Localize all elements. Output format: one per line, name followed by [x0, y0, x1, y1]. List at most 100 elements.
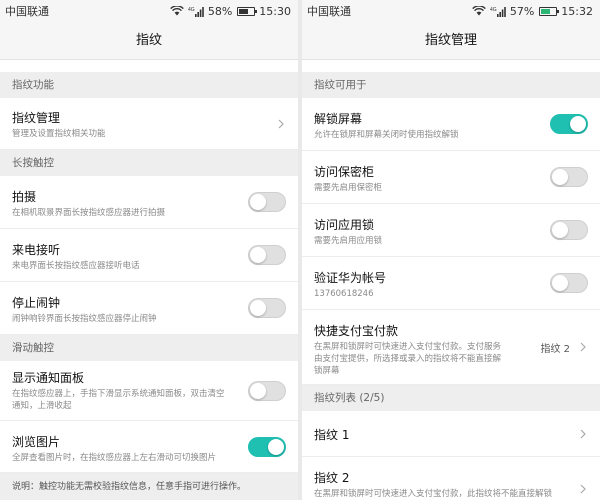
toggle-knob [552, 275, 568, 291]
row-label: 浏览图片 [12, 435, 61, 449]
toggle-knob [552, 222, 568, 238]
answer-call-toggle[interactable] [248, 245, 286, 265]
battery-fill [239, 8, 249, 14]
battery-icon [539, 6, 560, 16]
safe-box-toggle[interactable] [550, 167, 588, 187]
capture-toggle[interactable] [248, 192, 286, 212]
row-label: 访问保密柜 [314, 165, 375, 179]
page-title: 指纹管理 [302, 22, 600, 60]
row-label: 指纹 2 [314, 471, 350, 485]
battery-icon [237, 6, 258, 16]
stop-alarm-toggle[interactable] [248, 298, 286, 318]
row-text: 指纹 1 [314, 426, 588, 443]
row-subtitle: 闹钟响铃界面长按指纹感应器停止闹钟 [12, 314, 157, 324]
row-text: 指纹 2 在黑屏和锁屏时可快速进入支付宝付款，此指纹将不能直接解锁屏幕 [314, 469, 588, 500]
row-label: 显示通知面板 [12, 371, 85, 385]
toggle-knob [250, 300, 266, 316]
battery-percent: 57% [509, 4, 535, 18]
battery-percent: 58% [207, 4, 233, 18]
status-bar: 中国联通 4G 58% 15:30 [0, 0, 298, 22]
section-header-swipe: 滑动触控 [0, 335, 298, 361]
section-header-fingerprint-features: 指纹功能 [0, 72, 298, 98]
row-text: 指纹管理 管理及设置指纹相关功能 [12, 109, 286, 140]
row-capture[interactable]: 拍摄 在相机取景界面长按指纹感应器进行拍摄 [0, 176, 298, 229]
carrier-label: 中国联通 [5, 5, 49, 18]
row-subtitle: 需要先启用应用锁 [314, 236, 383, 246]
wifi-icon [472, 6, 486, 16]
row-app-lock[interactable]: 访问应用锁 需要先启用应用锁 [302, 204, 600, 257]
battery-fill [541, 8, 551, 14]
huawei-account-toggle[interactable] [550, 273, 588, 293]
chevron-right-icon [580, 429, 586, 438]
row-text: 来电接听 来电界面长按指纹感应器接听电话 [12, 241, 286, 272]
row-text: 访问保密柜 需要先启用保密柜 [314, 163, 588, 194]
status-bar: 中国联通 4G 57% 15:32 [302, 0, 600, 22]
page-title: 指纹 [0, 22, 298, 60]
row-browse-images[interactable]: 浏览图片 全屏查看图片时，在指纹感应器上左右滑动可切换图片 [0, 421, 298, 473]
row-label: 快捷支付宝付款 [314, 324, 399, 338]
row-subtitle: 在黑屏和锁屏时可快速进入支付宝付款。支付服务由支付宝提供，所选择或录入的指纹将不… [314, 342, 502, 376]
chevron-right-icon [278, 119, 284, 128]
row-label: 停止闹钟 [12, 296, 61, 310]
row-text: 浏览图片 全屏查看图片时，在指纹感应器上左右滑动可切换图片 [12, 433, 286, 464]
chevron-right-icon [580, 484, 586, 493]
row-text: 验证华为帐号 13760618246 [314, 269, 588, 300]
row-label: 拍摄 [12, 190, 37, 204]
row-unlock-screen[interactable]: 解锁屏幕 允许在锁屏和屏幕关闭时使用指纹解锁 [302, 98, 600, 151]
toggle-knob [250, 194, 266, 210]
row-subtitle: 管理及设置指纹相关功能 [12, 129, 106, 139]
browse-images-toggle[interactable] [248, 436, 286, 457]
notification-panel-toggle[interactable] [248, 380, 286, 401]
toggle-knob [268, 438, 284, 455]
row-text: 访问应用锁 需要先启用应用锁 [314, 216, 588, 247]
row-subtitle: 在黑屏和锁屏时可快速进入支付宝付款，此指纹将不能直接解锁屏幕 [314, 489, 553, 499]
row-subtitle: 在指纹感应器上，手指下滑显示系统通知面板，双击清空通知，上滑收起 [12, 389, 225, 411]
status-icons: 4G 58% 15:30 [170, 5, 291, 18]
clock: 15:32 [561, 4, 593, 18]
row-answer-call[interactable]: 来电接听 来电界面长按指纹感应器接听电话 [0, 229, 298, 282]
row-safe-box[interactable]: 访问保密柜 需要先启用保密柜 [302, 151, 600, 204]
row-alipay[interactable]: 快捷支付宝付款 在黑屏和锁屏时可快速进入支付宝付款。支付服务由支付宝提供，所选择… [302, 310, 600, 385]
row-huawei-account[interactable]: 验证华为帐号 13760618246 [302, 257, 600, 310]
network-type: 4G [188, 7, 195, 13]
section-header-fingerprint-list: 指纹列表 (2/5) [302, 385, 600, 411]
row-stop-alarm[interactable]: 停止闹钟 闹钟响铃界面长按指纹感应器停止闹钟 [0, 282, 298, 335]
row-fingerprint-manage[interactable]: 指纹管理 管理及设置指纹相关功能 [0, 98, 298, 150]
row-label: 来电接听 [12, 243, 61, 257]
screen-fingerprint-manage: 中国联通 4G 57% 15:32 指纹管理 指纹可用于 解锁屏幕 允许在锁屏和… [302, 0, 600, 500]
toggle-knob [552, 169, 568, 185]
row-label: 解锁屏幕 [314, 112, 363, 126]
wifi-icon [170, 6, 184, 16]
row-text: 拍摄 在相机取景界面长按指纹感应器进行拍摄 [12, 188, 286, 219]
row-text: 显示通知面板 在指纹感应器上，手指下滑显示系统通知面板，双击清空通知，上滑收起 [12, 369, 286, 412]
row-label: 访问应用锁 [314, 218, 375, 232]
footnote: 说明：触控功能无需校验指纹信息，任意手指可进行操作。 [0, 473, 298, 500]
row-label: 指纹管理 [12, 111, 61, 125]
row-subtitle: 来电界面长按指纹感应器接听电话 [12, 261, 140, 271]
screen-fingerprint: 中国联通 4G 58% 15:30 指纹 指纹功能 指纹管理 管理及设置指纹相关… [0, 0, 298, 500]
row-fingerprint-2[interactable]: 指纹 2 在黑屏和锁屏时可快速进入支付宝付款，此指纹将不能直接解锁屏幕 [302, 457, 600, 500]
row-notification-panel[interactable]: 显示通知面板 在指纹感应器上，手指下滑显示系统通知面板，双击清空通知，上滑收起 [0, 361, 298, 421]
row-subtitle: 在相机取景界面长按指纹感应器进行拍摄 [12, 208, 166, 218]
app-lock-toggle[interactable] [550, 220, 588, 240]
unlock-screen-toggle[interactable] [550, 114, 588, 134]
row-subtitle: 全屏查看图片时，在指纹感应器上左右滑动可切换图片 [12, 453, 217, 463]
alipay-fingerprint-value: 指纹 2 [540, 344, 570, 355]
section-header-long-press: 长按触控 [0, 150, 298, 176]
row-label: 验证华为帐号 [314, 271, 387, 285]
toggle-knob [570, 116, 586, 132]
status-icons: 4G 57% 15:32 [472, 5, 593, 18]
row-subtitle: 需要先启用保密柜 [314, 183, 383, 193]
row-text: 解锁屏幕 允许在锁屏和屏幕关闭时使用指纹解锁 [314, 110, 588, 141]
row-subtitle: 13760618246 [314, 289, 374, 299]
chevron-right-icon [580, 342, 586, 352]
toggle-knob [250, 247, 266, 263]
row-fingerprint-1[interactable]: 指纹 1 [302, 411, 600, 457]
clock: 15:30 [259, 4, 291, 18]
toggle-knob [250, 382, 266, 399]
row-text: 停止闹钟 闹钟响铃界面长按指纹感应器停止闹钟 [12, 294, 286, 325]
signal-icon: 4G [490, 6, 506, 17]
carrier-label: 中国联通 [307, 5, 351, 18]
row-subtitle: 允许在锁屏和屏幕关闭时使用指纹解锁 [314, 130, 459, 140]
signal-icon: 4G [188, 6, 204, 17]
